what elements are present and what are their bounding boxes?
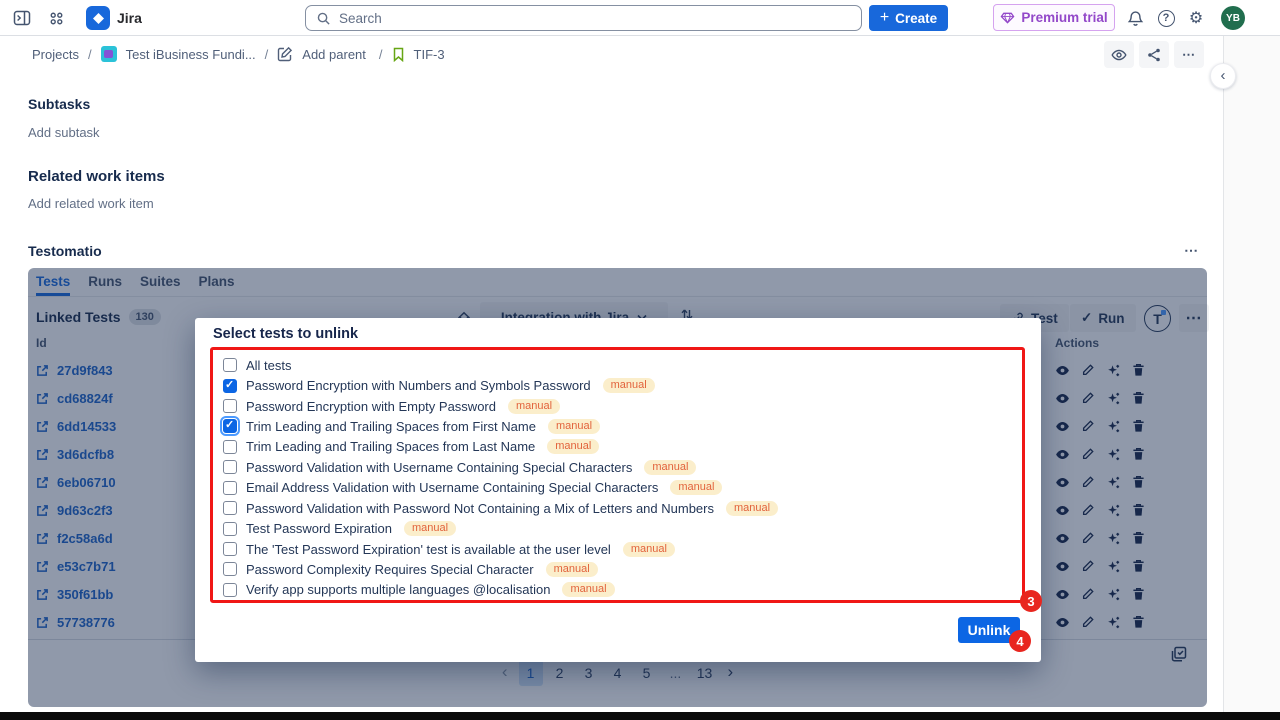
- unlink-test-option[interactable]: All tests: [218, 355, 1022, 375]
- watch-eye-icon[interactable]: [1104, 41, 1134, 68]
- manual-tag-badge: manual: [404, 521, 456, 536]
- breadcrumb-separator: /: [265, 47, 269, 62]
- checkbox[interactable]: [223, 583, 237, 597]
- test-name-label: Password Validation with Username Contai…: [246, 460, 632, 475]
- unlink-test-option[interactable]: Password Validation with Username Contai…: [218, 457, 1022, 477]
- help-icon[interactable]: ?: [1152, 4, 1180, 32]
- manual-tag-badge: manual: [562, 582, 614, 597]
- edit-icon: [277, 46, 293, 62]
- settings-gear-icon[interactable]: ⚙: [1182, 4, 1210, 32]
- notifications-bell-icon[interactable]: [1121, 4, 1149, 32]
- unlink-test-option[interactable]: The 'Test Password Expiration' test is a…: [218, 539, 1022, 559]
- more-actions-icon[interactable]: ⋯: [1174, 41, 1204, 68]
- test-name-label: The 'Test Password Expiration' test is a…: [246, 542, 611, 557]
- annotation-badge-4: 4: [1009, 630, 1031, 652]
- panel-collapse-chevron-icon[interactable]: ‹: [1210, 63, 1236, 89]
- unlink-test-option[interactable]: Trim Leading and Trailing Spaces from La…: [218, 437, 1022, 457]
- breadcrumb-separator: /: [379, 47, 383, 62]
- breadcrumb-projects[interactable]: Projects: [32, 47, 79, 62]
- test-name-label: Test Password Expiration: [246, 521, 392, 536]
- test-name-label: Password Complexity Requires Special Cha…: [246, 562, 534, 577]
- related-work-items-heading: Related work items: [28, 168, 165, 185]
- checkbox[interactable]: [223, 379, 237, 393]
- test-name-label: Email Address Validation with Username C…: [246, 480, 658, 495]
- search-placeholder: Search: [339, 11, 382, 26]
- checkbox[interactable]: [223, 419, 237, 433]
- breadcrumb: Projects / Test iBusiness Fundi... / Add…: [32, 40, 445, 68]
- add-subtask-link[interactable]: Add subtask: [28, 125, 100, 140]
- create-button-label: Create: [895, 11, 937, 26]
- unlink-test-option[interactable]: Password Encryption with Numbers and Sym…: [218, 375, 1022, 395]
- testomatio-more-icon[interactable]: ⋯: [1184, 242, 1199, 259]
- share-icon[interactable]: [1139, 41, 1169, 68]
- checkbox[interactable]: [223, 399, 237, 413]
- checkbox[interactable]: [223, 481, 237, 495]
- manual-tag-badge: manual: [548, 419, 600, 434]
- manual-tag-badge: manual: [670, 480, 722, 495]
- unlink-test-option[interactable]: Trim Leading and Trailing Spaces from Fi…: [218, 416, 1022, 436]
- unlink-tests-modal: Select tests to unlink All tests Passwor…: [195, 318, 1041, 662]
- jira-logo-icon[interactable]: [86, 6, 110, 30]
- test-name-label: Verify app supports multiple languages @…: [246, 582, 550, 597]
- app-switcher-icon[interactable]: [42, 4, 70, 32]
- add-related-work-item-link[interactable]: Add related work item: [28, 196, 154, 211]
- top-navigation-bar: Jira Search + Create Premium trial ? ⚙ Y…: [0, 0, 1280, 36]
- unlink-test-option[interactable]: Password Encryption with Empty Password …: [218, 396, 1022, 416]
- unlink-test-option[interactable]: Test Password Expiration manual: [218, 518, 1022, 538]
- premium-trial-button[interactable]: Premium trial: [993, 4, 1115, 31]
- test-name-label: Password Encryption with Numbers and Sym…: [246, 378, 591, 393]
- unlink-test-option[interactable]: Email Address Validation with Username C…: [218, 478, 1022, 498]
- manual-tag-badge: manual: [726, 501, 778, 516]
- sidebar-toggle-icon[interactable]: [8, 4, 36, 32]
- test-name-label: All tests: [246, 358, 292, 373]
- collapsed-right-panel: [1223, 36, 1280, 720]
- gem-icon: [1000, 10, 1015, 25]
- unlink-test-option[interactable]: Password Validation with Password Not Co…: [218, 498, 1022, 518]
- subtasks-heading: Subtasks: [28, 96, 90, 112]
- bookmark-icon: [392, 47, 405, 62]
- checkbox[interactable]: [223, 522, 237, 536]
- unlink-test-option[interactable]: Verify app supports multiple languages @…: [218, 580, 1022, 600]
- breadcrumb-issue-key[interactable]: TIF-3: [414, 47, 445, 62]
- manual-tag-badge: manual: [547, 439, 599, 454]
- testomatio-heading: Testomatio: [28, 243, 102, 259]
- checkbox[interactable]: [223, 542, 237, 556]
- app-name: Jira: [117, 10, 142, 26]
- unlink-test-option[interactable]: Password Complexity Requires Special Cha…: [218, 559, 1022, 579]
- breadcrumb-project-name[interactable]: Test iBusiness Fundi...: [126, 47, 256, 62]
- user-avatar[interactable]: YB: [1221, 6, 1245, 30]
- checkbox[interactable]: [223, 358, 237, 372]
- test-name-label: Trim Leading and Trailing Spaces from Fi…: [246, 419, 536, 434]
- search-input[interactable]: Search: [305, 5, 862, 31]
- plus-icon: +: [880, 9, 889, 27]
- checkbox[interactable]: [223, 440, 237, 454]
- breadcrumb-add-parent[interactable]: Add parent: [302, 47, 366, 62]
- search-icon: [316, 11, 331, 26]
- screen-bottom-edge: [0, 712, 1280, 720]
- manual-tag-badge: manual: [603, 378, 655, 393]
- checkbox[interactable]: [223, 460, 237, 474]
- unlink-test-list: All tests Password Encryption with Numbe…: [210, 347, 1025, 603]
- create-button[interactable]: + Create: [869, 5, 948, 31]
- premium-trial-label: Premium trial: [1021, 10, 1107, 25]
- manual-tag-badge: manual: [508, 399, 560, 414]
- project-avatar-icon: [101, 46, 117, 62]
- modal-title: Select tests to unlink: [213, 326, 358, 342]
- checkbox[interactable]: [223, 562, 237, 576]
- manual-tag-badge: manual: [546, 562, 598, 577]
- breadcrumb-separator: /: [88, 47, 92, 62]
- manual-tag-badge: manual: [623, 542, 675, 557]
- manual-tag-badge: manual: [644, 460, 696, 475]
- annotation-badge-3: 3: [1020, 590, 1042, 612]
- test-name-label: Trim Leading and Trailing Spaces from La…: [246, 439, 535, 454]
- test-name-label: Password Validation with Password Not Co…: [246, 501, 714, 516]
- checkbox[interactable]: [223, 501, 237, 515]
- test-name-label: Password Encryption with Empty Password: [246, 399, 496, 414]
